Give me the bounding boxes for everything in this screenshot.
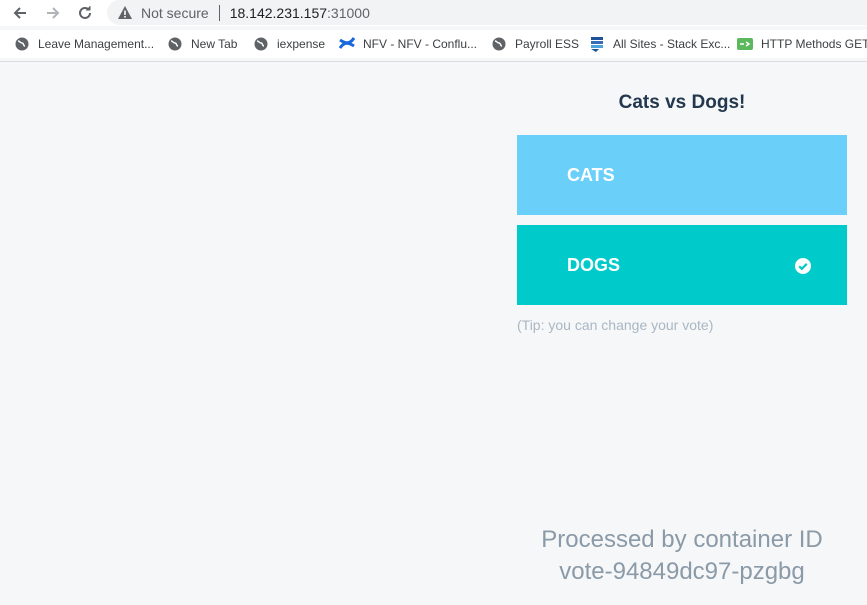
bookmark-payroll-ess[interactable]: Payroll ESS (491, 30, 579, 58)
bookmark-http-methods[interactable]: HTTP Methods GET... (737, 30, 867, 58)
httpmethods-icon (737, 36, 753, 52)
vote-dogs-button[interactable]: DOGS (517, 225, 847, 305)
bookmark-nfv-confluence[interactable]: NFV - NFV - Conflu... (339, 30, 477, 58)
toolbar-divider (0, 61, 867, 62)
bookmark-stack-exchange[interactable]: All Sites - Stack Exc... (589, 30, 730, 58)
option-label: CATS (567, 164, 615, 185)
vote-tip: (Tip: you can change your vote) (517, 317, 714, 333)
processed-by-label: Processed by container ID (541, 526, 823, 553)
confluence-icon (339, 36, 355, 52)
security-label[interactable]: Not secure (141, 5, 209, 21)
stackexchange-icon (589, 36, 605, 52)
bookmarks-bar: Leave Management... New Tab iexpense NFV… (0, 30, 867, 58)
reload-icon (79, 6, 91, 19)
bookmark-new-tab[interactable]: New Tab (167, 30, 237, 58)
back-button[interactable] (8, 1, 32, 25)
reload-button[interactable] (73, 1, 97, 25)
bookmark-label: All Sites - Stack Exc... (613, 37, 731, 51)
globe-icon (253, 36, 269, 52)
globe-icon (491, 36, 507, 52)
bookmark-label: New Tab (191, 37, 238, 51)
address-bar[interactable]: Not secure 18.142.231.157:31000 (107, 0, 867, 25)
bookmark-label: HTTP Methods GET... (761, 37, 867, 51)
url-port: :31000 (327, 4, 370, 21)
bookmark-label: iexpense (277, 37, 326, 51)
bookmark-label: Leave Management... (38, 37, 155, 51)
page-title: Cats vs Dogs! (618, 92, 746, 113)
bookmark-label: Payroll ESS (515, 37, 580, 51)
url-host: 18.142.231.157 (229, 4, 328, 21)
container-id: vote-94849dc97-pzgbg (559, 558, 805, 585)
bookmark-label: NFV - NFV - Conflu... (363, 37, 478, 51)
forward-button[interactable] (41, 1, 65, 25)
bookmark-iexpense[interactable]: iexpense (253, 30, 325, 58)
address-separator (218, 4, 220, 21)
arrow-left-icon (13, 7, 26, 19)
browser-toolbar: Not secure 18.142.231.157:31000 (0, 0, 867, 26)
check-circle-icon (795, 258, 811, 274)
container-info: Processed by container ID vote-94849dc97… (517, 524, 847, 588)
option-label: DOGS (567, 254, 621, 275)
warning-icon (117, 5, 133, 21)
globe-icon (14, 36, 30, 52)
arrow-right-icon (47, 7, 60, 19)
vote-cats-button[interactable]: CATS (517, 135, 847, 215)
globe-icon (167, 36, 183, 52)
bookmark-leave-management[interactable]: Leave Management... (14, 30, 154, 58)
